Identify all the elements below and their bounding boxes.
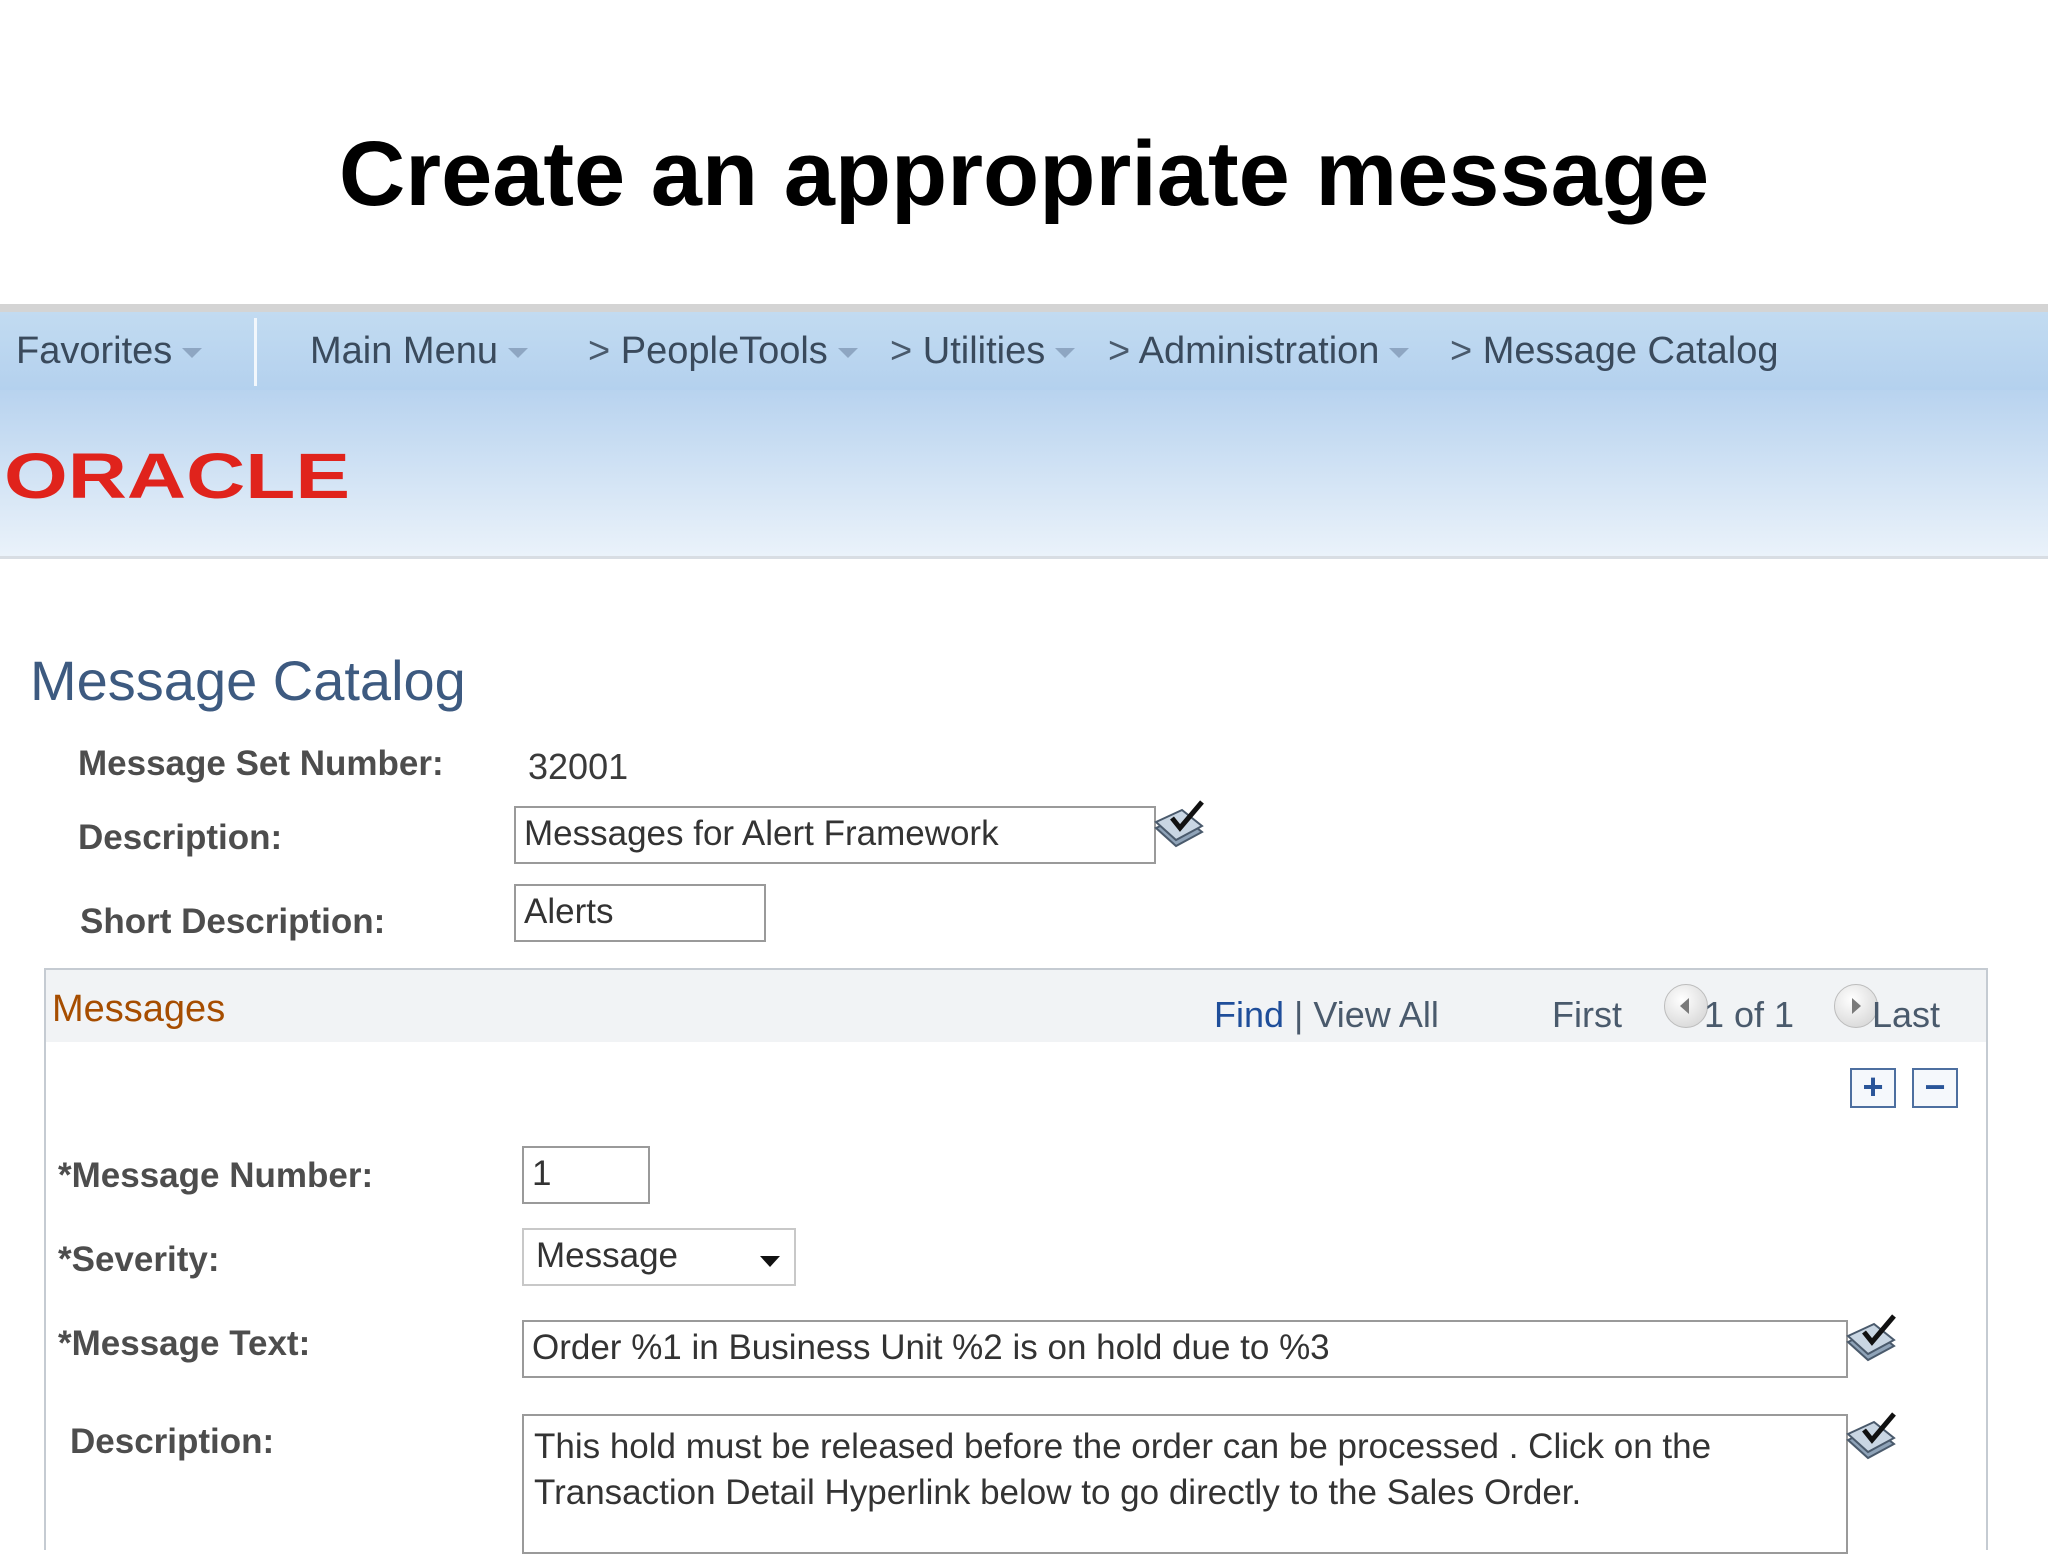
main-menu[interactable]: Main Menu <box>310 330 528 373</box>
chevron-down-icon <box>507 347 528 358</box>
edit-translate-icon[interactable] <box>1844 1410 1900 1462</box>
breadcrumb-label: Utilities <box>922 330 1046 372</box>
nav-bar: Favorites Main Menu > PeopleTools > Util… <box>0 312 2048 390</box>
chevron-down-icon <box>1055 347 1076 358</box>
edit-translate-icon[interactable] <box>1152 798 1208 850</box>
chevron-down-icon <box>1389 347 1410 358</box>
message-set-number-value: 32001 <box>528 746 629 787</box>
slide-title: Create an appropriate message <box>338 123 1710 225</box>
breadcrumb-message-catalog[interactable]: > Message Catalog <box>1450 330 1779 373</box>
chevron-right-icon: > <box>890 330 913 372</box>
nav-separator <box>254 318 257 386</box>
breadcrumb-label: Administration <box>1138 330 1380 372</box>
main-menu-label: Main Menu <box>310 330 498 372</box>
delete-row-icon[interactable]: − <box>1912 1068 1958 1108</box>
favorites-label: Favorites <box>16 330 173 372</box>
find-link[interactable]: Find <box>1214 994 1284 1035</box>
short-description-label: Short Description: <box>80 902 386 941</box>
chevron-right-icon: > <box>1108 330 1131 372</box>
breadcrumb-label: Message Catalog <box>1482 330 1779 372</box>
top-divider <box>0 304 2048 312</box>
severity-value: Message <box>536 1236 679 1275</box>
chevron-down-icon <box>837 347 858 358</box>
message-description-label: Description: <box>70 1422 275 1461</box>
message-set-number-label: Message Set Number: <box>78 744 444 783</box>
chevron-right-icon: > <box>588 330 611 372</box>
chevron-right-icon: > <box>1450 330 1473 372</box>
breadcrumb-label: PeopleTools <box>620 330 828 372</box>
message-text-input[interactable]: Order %1 in Business Unit %2 is on hold … <box>522 1320 1848 1378</box>
page-title: Message Catalog <box>30 649 466 712</box>
short-description-input[interactable]: Alerts <box>514 884 766 942</box>
chevron-down-icon <box>182 347 203 358</box>
breadcrumb-utilities[interactable]: > Utilities <box>890 330 1076 373</box>
favorites-menu[interactable]: Favorites <box>16 330 203 373</box>
first-link[interactable]: First <box>1552 994 1622 1036</box>
add-row-icon[interactable]: + <box>1850 1068 1896 1108</box>
description-label: Description: <box>78 818 283 857</box>
breadcrumb-peopletools[interactable]: > PeopleTools <box>588 330 858 373</box>
messages-grid: Messages Find | View All First 1 of 1 La… <box>44 968 1988 1554</box>
severity-label: *Severity: <box>58 1240 220 1279</box>
last-link[interactable]: Last <box>1872 994 1940 1036</box>
breadcrumb-administration[interactable]: > Administration <box>1108 330 1410 373</box>
oracle-logo: ORACLE <box>4 444 350 506</box>
message-number-input[interactable]: 1 <box>522 1146 650 1204</box>
severity-select[interactable]: Message <box>522 1228 796 1286</box>
view-all-link[interactable]: View All <box>1313 994 1438 1035</box>
svg-text:ORACLE: ORACLE <box>4 444 350 506</box>
messages-heading: Messages <box>52 988 226 1030</box>
message-description-textarea[interactable]: This hold must be released before the or… <box>522 1414 1848 1554</box>
prev-arrow-icon[interactable] <box>1664 984 1708 1028</box>
messages-header: Messages Find | View All First 1 of 1 La… <box>46 970 1986 1042</box>
link-separator: | <box>1294 994 1304 1035</box>
message-text-label: *Message Text: <box>58 1324 311 1363</box>
message-number-label: *Message Number: <box>58 1156 374 1195</box>
dropdown-caret-icon <box>760 1256 780 1267</box>
page-counter: 1 of 1 <box>1704 994 1795 1035</box>
description-input[interactable]: Messages for Alert Framework <box>514 806 1156 864</box>
find-view-all: Find | View All <box>1214 994 1439 1036</box>
edit-translate-icon[interactable] <box>1844 1312 1900 1364</box>
